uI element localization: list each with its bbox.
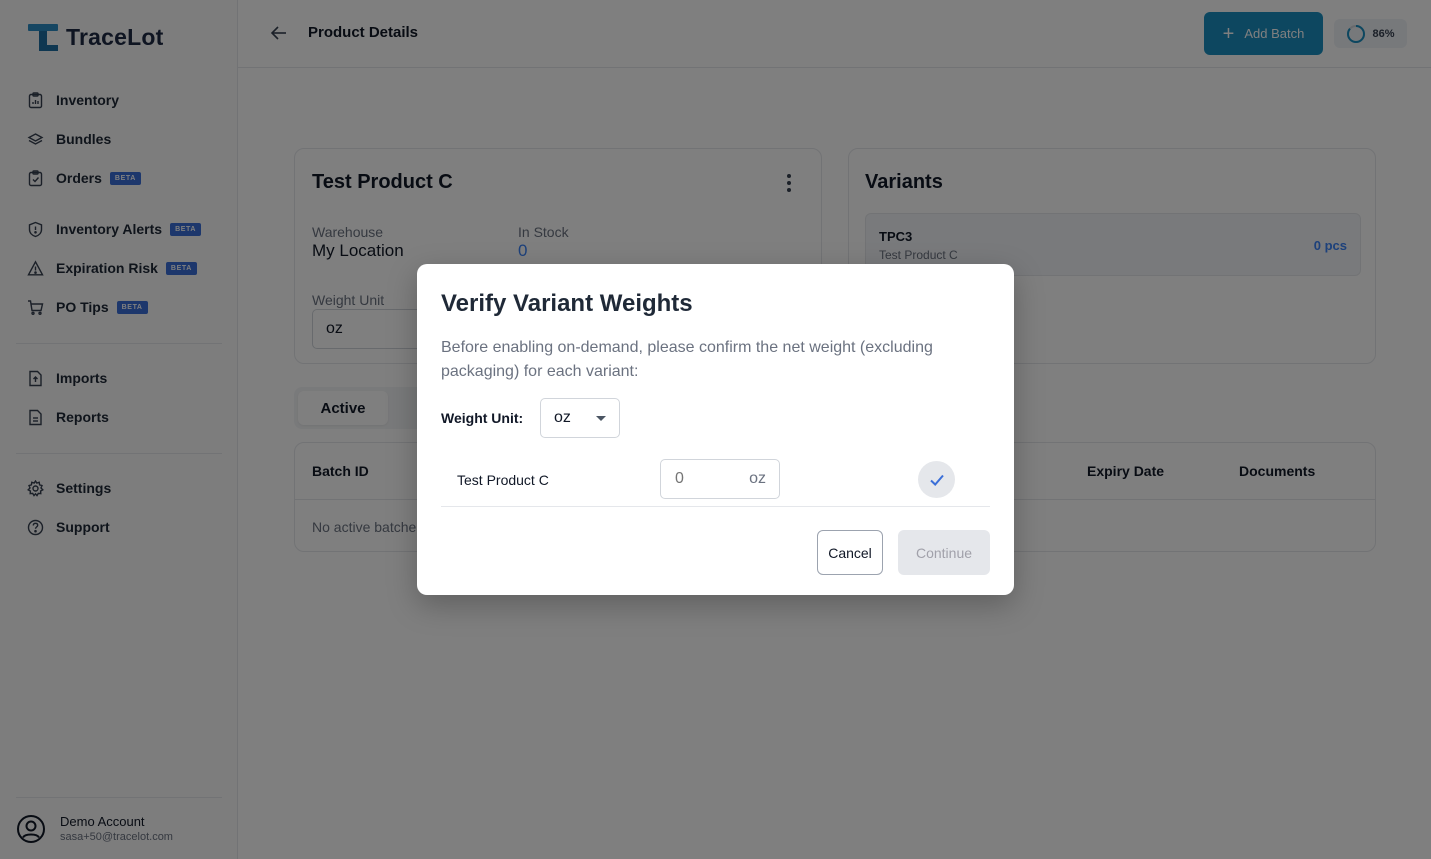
modal-title: Verify Variant Weights xyxy=(441,290,693,317)
weight-unit-suffix: oz xyxy=(749,470,766,487)
caret-down-icon xyxy=(596,416,606,421)
modal-weight-unit-value: oz xyxy=(554,409,571,426)
variant-weight-row: Test Product C oz xyxy=(441,457,990,507)
check-icon xyxy=(929,474,944,486)
verify-weights-modal: Verify Variant Weights Before enabling o… xyxy=(417,264,1014,595)
variant-weight-name: Test Product C xyxy=(457,472,549,488)
cancel-button[interactable]: Cancel xyxy=(817,530,883,575)
modal-description: Before enabling on-demand, please confir… xyxy=(441,339,933,380)
modal-weight-unit-select[interactable]: oz xyxy=(540,398,620,438)
confirm-weight-button[interactable] xyxy=(918,461,955,498)
weight-input[interactable] xyxy=(661,460,741,498)
modal-weight-unit-label: Weight Unit: xyxy=(441,410,524,426)
continue-button[interactable]: Continue xyxy=(898,530,990,575)
weight-input-group: oz xyxy=(660,459,780,499)
